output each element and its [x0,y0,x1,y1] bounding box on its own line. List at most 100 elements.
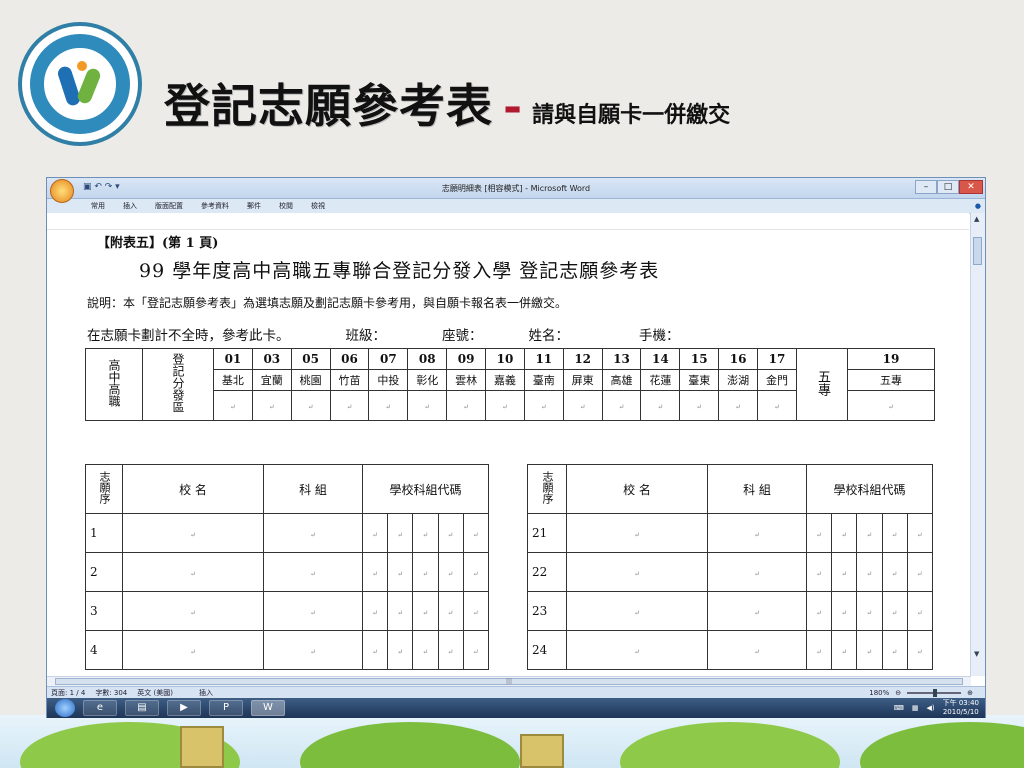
code-cell[interactable]: ↵ [831,591,858,631]
code-cell[interactable]: ↵ [412,591,439,631]
code-cell[interactable]: ↵ [412,552,439,592]
region-mark-cell[interactable]: ↵ [757,390,797,421]
dept-cell[interactable]: ↵ [263,552,363,592]
school-cell[interactable]: ↵ [122,513,264,553]
zoom-level[interactable]: 180% [869,689,889,697]
explorer-taskbar-icon[interactable]: ▤ [125,700,159,716]
region-mark-cell[interactable]: ↵ [213,390,253,421]
help-icon[interactable]: ● [975,202,981,210]
scroll-up-icon[interactable]: ▲ [974,215,979,223]
school-cell[interactable]: ↵ [566,513,708,553]
code-cell[interactable]: ↵ [361,630,389,670]
tab-review[interactable]: 校閱 [279,201,293,211]
dept-cell[interactable]: ↵ [707,552,807,592]
region-mark-cell[interactable]: ↵ [601,390,642,421]
region-mark-cell[interactable]: ↵ [562,390,603,421]
region-mark-cell[interactable]: ↵ [329,390,370,421]
word-taskbar-icon[interactable]: W [251,700,285,716]
code-cell[interactable]: ↵ [387,630,414,670]
code-cell[interactable]: ↵ [462,630,490,670]
dept-cell[interactable]: ↵ [263,513,363,553]
code-cell[interactable]: ↵ [831,513,858,553]
code-cell[interactable]: ↵ [881,630,908,670]
ie-taskbar-icon[interactable]: e [83,700,117,716]
scroll-down-icon[interactable]: ▼ [974,650,979,658]
school-cell[interactable]: ↵ [566,591,708,631]
powerpoint-taskbar-icon[interactable]: P [209,700,243,716]
code-cell[interactable]: ↵ [462,552,490,592]
code-cell[interactable]: ↵ [412,513,439,553]
minimize-button[interactable]: – [915,180,937,194]
tab-view[interactable]: 檢視 [311,201,325,211]
zoom-in-icon[interactable]: ⊕ [967,689,973,697]
status-insert-mode[interactable]: 插入 [199,688,213,698]
hscroll-thumb[interactable]: ||| [55,678,963,685]
region-mark-cell[interactable]: ↵ [407,390,448,421]
code-cell[interactable]: ↵ [437,513,464,553]
maximize-button[interactable]: □ [937,180,959,194]
region-mark-cell[interactable]: ↵ [368,390,409,421]
code-cell[interactable]: ↵ [805,552,833,592]
code-cell[interactable]: ↵ [831,630,858,670]
school-cell[interactable]: ↵ [566,552,708,592]
status-words[interactable]: 字數: 304 [95,688,127,698]
region-mark-cell[interactable]: ↵ [718,390,759,421]
dept-cell[interactable]: ↵ [707,513,807,553]
close-button[interactable]: ✕ [959,180,983,194]
code-cell[interactable]: ↵ [805,591,833,631]
code-cell[interactable]: ↵ [462,591,490,631]
school-cell[interactable]: ↵ [122,630,264,670]
dept-cell[interactable]: ↵ [263,630,363,670]
code-cell[interactable]: ↵ [881,513,908,553]
code-cell[interactable]: ↵ [906,513,934,553]
code-cell[interactable]: ↵ [361,513,389,553]
volume-icon[interactable]: ◀) [926,704,934,712]
dept-cell[interactable]: ↵ [707,591,807,631]
zoom-out-icon[interactable]: ⊖ [895,689,901,697]
dept-cell[interactable]: ↵ [707,630,807,670]
code-cell[interactable]: ↵ [805,513,833,553]
code-cell[interactable]: ↵ [437,630,464,670]
code-cell[interactable]: ↵ [831,552,858,592]
network-icon[interactable]: ▦ [912,704,919,712]
code-cell[interactable]: ↵ [412,630,439,670]
region-mark-cell[interactable]: ↵ [679,390,720,421]
code-cell[interactable]: ↵ [462,513,490,553]
code-cell[interactable]: ↵ [906,552,934,592]
tab-references[interactable]: 參考資料 [201,201,229,211]
zoom-slider[interactable] [907,688,962,697]
code-cell[interactable]: ↵ [856,552,883,592]
region-mark-cell[interactable]: ↵ [523,390,564,421]
code-cell[interactable]: ↵ [361,591,389,631]
vertical-scrollbar[interactable]: ▲ ▼ [970,213,985,676]
code-cell[interactable]: ↵ [906,630,934,670]
dept-cell[interactable]: ↵ [263,591,363,631]
school-cell[interactable]: ↵ [566,630,708,670]
keyboard-icon[interactable]: ⌨ [894,704,904,712]
five-mark-cell[interactable]: ↵ [847,390,935,421]
region-mark-cell[interactable]: ↵ [251,390,292,421]
scroll-thumb[interactable] [973,237,982,265]
code-cell[interactable]: ↵ [881,552,908,592]
code-cell[interactable]: ↵ [881,591,908,631]
tab-insert[interactable]: 插入 [123,201,137,211]
start-button-icon[interactable] [55,699,75,717]
status-page[interactable]: 頁面: 1 / 4 [51,688,85,698]
code-cell[interactable]: ↵ [856,513,883,553]
code-cell[interactable]: ↵ [856,630,883,670]
code-cell[interactable]: ↵ [805,630,833,670]
code-cell[interactable]: ↵ [856,591,883,631]
tab-page-layout[interactable]: 版面配置 [155,201,183,211]
region-mark-cell[interactable]: ↵ [485,390,525,421]
code-cell[interactable]: ↵ [387,552,414,592]
school-cell[interactable]: ↵ [122,591,264,631]
code-cell[interactable]: ↵ [437,552,464,592]
code-cell[interactable]: ↵ [387,591,414,631]
region-mark-cell[interactable]: ↵ [290,390,331,421]
tab-home[interactable]: 常用 [91,201,105,211]
tab-mailings[interactable]: 郵件 [247,201,261,211]
code-cell[interactable]: ↵ [906,591,934,631]
code-cell[interactable]: ↵ [387,513,414,553]
school-cell[interactable]: ↵ [122,552,264,592]
code-cell[interactable]: ↵ [361,552,389,592]
